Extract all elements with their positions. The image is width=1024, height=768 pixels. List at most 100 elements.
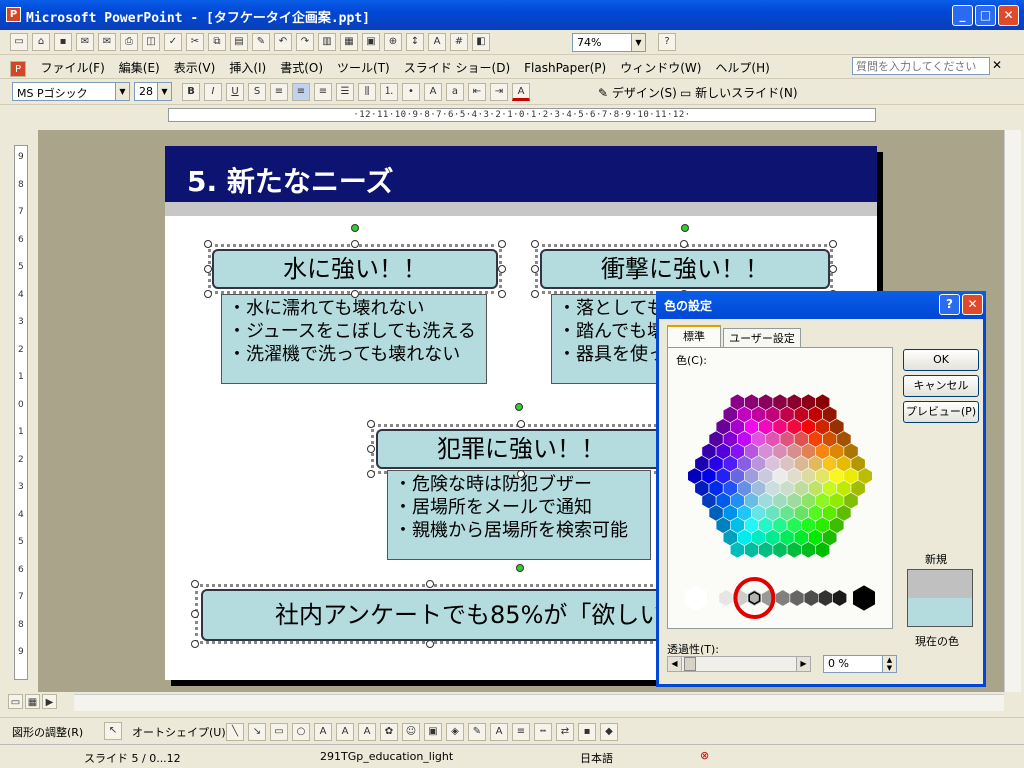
font-color-icon[interactable]: A bbox=[512, 83, 530, 101]
scroll-left-icon[interactable]: ◀ bbox=[668, 657, 682, 671]
resize-handle[interactable] bbox=[498, 265, 506, 273]
gray-swatch[interactable] bbox=[718, 589, 734, 607]
rotation-handle[interactable] bbox=[515, 403, 523, 411]
font-combo[interactable]: MS Pゴシック ▼ bbox=[12, 82, 130, 101]
powerpoint-app-icon[interactable]: P bbox=[6, 7, 21, 22]
menu-edit[interactable]: 編集(E) bbox=[112, 55, 167, 80]
gray-swatch[interactable] bbox=[803, 589, 819, 607]
normal-view-icon[interactable]: ▭ bbox=[8, 694, 23, 709]
resize-handle[interactable] bbox=[680, 240, 688, 248]
resize-handle[interactable] bbox=[204, 265, 212, 273]
align-right-icon[interactable]: ≡ bbox=[314, 83, 332, 101]
vertical-scrollbar[interactable] bbox=[1004, 130, 1021, 692]
resize-handle[interactable] bbox=[191, 580, 199, 588]
email-icon[interactable]: ✉ bbox=[98, 33, 116, 51]
dialog-close-button[interactable]: ✕ bbox=[962, 294, 983, 315]
resize-handle[interactable] bbox=[351, 290, 359, 298]
resize-handle[interactable] bbox=[351, 240, 359, 248]
spelling-status-icon[interactable]: ⊗ bbox=[700, 749, 709, 762]
resize-handle[interactable] bbox=[531, 240, 539, 248]
grid-icon[interactable]: # bbox=[450, 33, 468, 51]
white-swatch[interactable] bbox=[684, 584, 708, 612]
increase-font-icon[interactable]: A bbox=[424, 83, 442, 101]
transparency-spinner[interactable]: 0 % ▲ ▼ bbox=[823, 655, 897, 673]
fill-color-icon[interactable]: ◈ bbox=[446, 723, 464, 741]
textbox-icon[interactable]: A bbox=[314, 723, 332, 741]
color-hexagon-palette[interactable] bbox=[668, 374, 894, 630]
decrease-font-icon[interactable]: a bbox=[446, 83, 464, 101]
resize-handle[interactable] bbox=[367, 470, 375, 478]
gray-swatch[interactable] bbox=[789, 589, 805, 607]
font-size-combo[interactable]: 28 ▼ bbox=[134, 82, 172, 101]
chevron-down-icon[interactable]: ▼ bbox=[115, 83, 129, 100]
menu-tools[interactable]: ツール(T) bbox=[330, 55, 397, 80]
close-button[interactable]: ✕ bbox=[998, 5, 1019, 26]
bullets-icon[interactable]: • bbox=[402, 83, 420, 101]
adjust-shapes-menu[interactable]: 図形の調整(R) bbox=[12, 724, 83, 740]
horizontal-scrollbar[interactable] bbox=[74, 694, 1004, 711]
table-icon[interactable]: ▦ bbox=[340, 33, 358, 51]
print-icon[interactable]: ⎙ bbox=[120, 33, 138, 51]
resize-handle[interactable] bbox=[426, 580, 434, 588]
shadow-style-icon[interactable]: ▪ bbox=[578, 723, 596, 741]
black-swatch[interactable] bbox=[852, 584, 876, 612]
hyperlink-icon[interactable]: ⊕ bbox=[384, 33, 402, 51]
underline-icon[interactable]: U bbox=[226, 83, 244, 101]
bold-icon[interactable]: B bbox=[182, 83, 200, 101]
vertical-textbox-icon[interactable]: A bbox=[336, 723, 354, 741]
resize-handle[interactable] bbox=[191, 610, 199, 618]
3d-style-icon[interactable]: ◆ bbox=[600, 723, 618, 741]
permission-icon[interactable]: ✉ bbox=[76, 33, 94, 51]
align-left-icon[interactable]: ≡ bbox=[270, 83, 288, 101]
transparency-slider[interactable]: ◀ ▶ bbox=[667, 656, 811, 672]
resize-handle[interactable] bbox=[531, 265, 539, 273]
clipart-icon[interactable]: ☺ bbox=[402, 723, 420, 741]
paste-icon[interactable]: ▤ bbox=[230, 33, 248, 51]
rotation-handle[interactable] bbox=[681, 224, 689, 232]
redo-icon[interactable]: ↷ bbox=[296, 33, 314, 51]
heading-box-crime[interactable]: 犯罪に強い！！ bbox=[376, 429, 666, 469]
menu-view[interactable]: 表示(V) bbox=[167, 55, 223, 80]
save-icon[interactable]: ▪ bbox=[54, 33, 72, 51]
zoom-combo[interactable]: 74% ▼ bbox=[572, 33, 646, 52]
maximize-button[interactable]: □ bbox=[975, 5, 996, 26]
oval-icon[interactable]: ○ bbox=[292, 723, 310, 741]
shadow-icon[interactable]: S bbox=[248, 83, 266, 101]
heading-box-water[interactable]: 水に強い！！ bbox=[212, 249, 498, 289]
decrease-indent-icon[interactable]: ⇤ bbox=[468, 83, 486, 101]
slideshow-view-icon[interactable]: ▶ bbox=[42, 694, 57, 709]
format-painter-icon[interactable]: ✎ bbox=[252, 33, 270, 51]
resize-handle[interactable] bbox=[204, 240, 212, 248]
dash-style-icon[interactable]: ┅ bbox=[534, 723, 552, 741]
wordart-icon[interactable]: A bbox=[358, 723, 376, 741]
arrow-icon[interactable]: ↘ bbox=[248, 723, 266, 741]
align-center-icon[interactable]: ≡ bbox=[292, 83, 310, 101]
resize-handle[interactable] bbox=[498, 290, 506, 298]
survey-box[interactable]: 社内アンケートでも85%が「欲しい bbox=[201, 589, 671, 641]
slider-thumb[interactable] bbox=[684, 657, 696, 671]
preview-icon[interactable]: ◫ bbox=[142, 33, 160, 51]
close-doc-icon[interactable]: ✕ bbox=[992, 58, 1002, 72]
design-button[interactable]: ✎ デザイン(S) bbox=[598, 84, 677, 101]
list-box-water[interactable]: ・水に濡れても壊れない ・ジュースをこぼしても洗える ・洗濯機で洗っても壊れない bbox=[221, 294, 487, 384]
resize-handle[interactable] bbox=[829, 265, 837, 273]
resize-handle[interactable] bbox=[204, 290, 212, 298]
slide-title[interactable]: 5. 新たなニーズ bbox=[187, 160, 393, 200]
resize-handle[interactable] bbox=[426, 640, 434, 648]
picture-icon[interactable]: ▣ bbox=[424, 723, 442, 741]
heading-box-impact[interactable]: 衝撃に強い！！ bbox=[540, 249, 830, 289]
numbering-icon[interactable]: ⒈ bbox=[380, 83, 398, 101]
expand-icon[interactable]: ↕ bbox=[406, 33, 424, 51]
chevron-down-icon[interactable]: ▼ bbox=[157, 83, 171, 100]
resize-handle[interactable] bbox=[517, 420, 525, 428]
preview-button[interactable]: プレビュー(P) bbox=[903, 401, 979, 423]
rectangle-icon[interactable]: ▭ bbox=[270, 723, 288, 741]
color-grayscale-icon[interactable]: ◧ bbox=[472, 33, 490, 51]
autoshape-menu[interactable]: オートシェイプ(U) bbox=[132, 724, 226, 740]
resize-handle[interactable] bbox=[531, 290, 539, 298]
ok-button[interactable]: OK bbox=[903, 349, 979, 371]
gray-swatch[interactable] bbox=[832, 589, 847, 607]
resize-handle[interactable] bbox=[517, 470, 525, 478]
help-icon[interactable]: ? bbox=[939, 294, 960, 315]
help-search-input[interactable] bbox=[852, 57, 990, 75]
